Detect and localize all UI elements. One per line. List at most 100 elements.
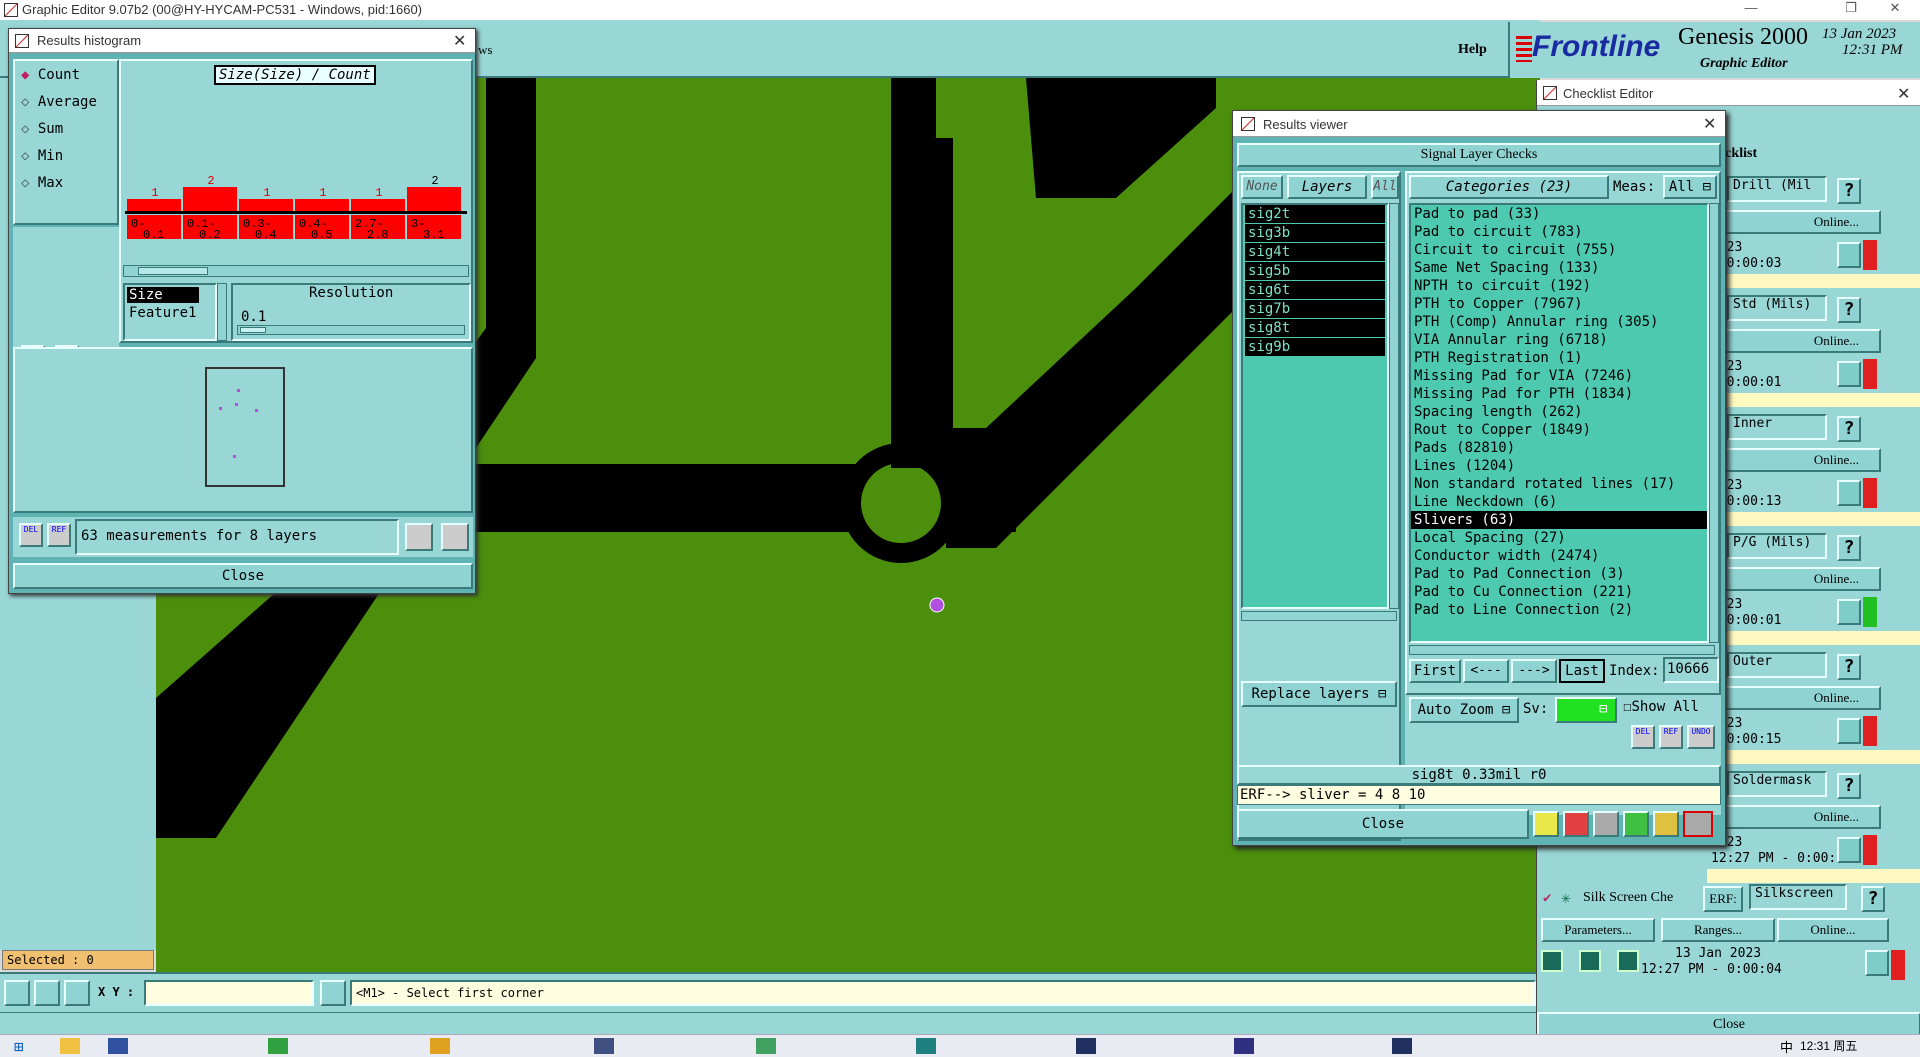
category-item[interactable]: PTH to Copper (7967) bbox=[1411, 295, 1707, 313]
category-item[interactable]: Missing Pad for PTH (1834) bbox=[1411, 385, 1707, 403]
online-button[interactable]: Online... bbox=[1711, 448, 1881, 472]
histogram-bar[interactable] bbox=[239, 199, 293, 211]
online-button[interactable]: Online... bbox=[1711, 567, 1881, 591]
layer-item[interactable]: sig7b bbox=[1245, 300, 1385, 319]
layers-none-button[interactable]: None bbox=[1241, 175, 1283, 199]
viewer-close-icon[interactable]: ✕ bbox=[1703, 114, 1716, 134]
flag-icon[interactable] bbox=[1563, 811, 1589, 837]
board-preview[interactable] bbox=[205, 367, 285, 487]
app-icon[interactable] bbox=[430, 1038, 450, 1054]
category-item[interactable]: NPTH to circuit (192) bbox=[1411, 277, 1707, 295]
category-item[interactable]: Circuit to circuit (755) bbox=[1411, 241, 1707, 259]
check-icon[interactable]: ✔ bbox=[1543, 890, 1551, 906]
zoom-icon[interactable] bbox=[1837, 480, 1861, 506]
online-button[interactable]: Online... bbox=[1777, 918, 1889, 942]
zoom-icon[interactable] bbox=[1865, 950, 1889, 976]
severity-dropdown[interactable]: ⊟ bbox=[1555, 697, 1617, 723]
windows-start-icon[interactable]: ⊞ bbox=[14, 1037, 24, 1056]
pan-tool-icon[interactable] bbox=[34, 980, 60, 1006]
minimize-icon[interactable]: — bbox=[1736, 0, 1766, 15]
erf-value[interactable]: Std (Mils) bbox=[1727, 295, 1827, 321]
filter-icon[interactable] bbox=[1593, 811, 1619, 837]
layers-button[interactable]: Layers bbox=[1287, 175, 1367, 199]
category-item[interactable]: Pads (82810) bbox=[1411, 439, 1707, 457]
stop-icon[interactable] bbox=[1617, 950, 1639, 972]
mode-min[interactable]: ◇ Min bbox=[21, 148, 63, 164]
mode-average[interactable]: ◇ Average bbox=[21, 94, 97, 110]
prev-button[interactable]: <--- bbox=[1463, 659, 1509, 683]
layer-item[interactable]: sig2t bbox=[1245, 205, 1385, 224]
layer-hscroll[interactable] bbox=[1241, 611, 1397, 621]
erf-value[interactable]: Outer bbox=[1727, 652, 1827, 678]
layer-item[interactable]: sig9b bbox=[1245, 338, 1385, 357]
app-icon[interactable] bbox=[1392, 1038, 1412, 1054]
category-vscroll[interactable] bbox=[1709, 203, 1719, 643]
auto-zoom-menu[interactable]: Auto Zoom ⊟ bbox=[1409, 697, 1519, 723]
mode-sum[interactable]: ◇ Sum bbox=[21, 121, 63, 137]
help-icon[interactable]: ? bbox=[1837, 178, 1861, 204]
mode-max[interactable]: ◇ Max bbox=[21, 175, 63, 191]
zoom-icon[interactable] bbox=[1837, 242, 1861, 268]
app-icon[interactable] bbox=[756, 1038, 776, 1054]
sliver-marker[interactable] bbox=[929, 597, 945, 613]
silk-screen-name[interactable]: Silk Screen Che bbox=[1583, 890, 1673, 906]
help-icon[interactable]: ? bbox=[1837, 535, 1861, 561]
app-icon[interactable] bbox=[268, 1038, 288, 1054]
category-hscroll[interactable] bbox=[1409, 645, 1715, 655]
category-item[interactable]: VIA Annular ring (6718) bbox=[1411, 331, 1707, 349]
categories-header[interactable]: Categories (23) bbox=[1409, 175, 1609, 199]
index-value[interactable]: 10666 bbox=[1663, 657, 1719, 683]
undo-icon[interactable]: UNDO bbox=[1687, 725, 1715, 749]
run-icon[interactable] bbox=[1541, 950, 1563, 972]
category-item[interactable]: Missing Pad for VIA (7246) bbox=[1411, 367, 1707, 385]
export-icon[interactable] bbox=[405, 523, 433, 551]
field-list[interactable]: Size Feature1 bbox=[123, 283, 217, 341]
show-all-checkbox[interactable]: ☐Show All bbox=[1623, 699, 1699, 715]
histogram-bar[interactable] bbox=[295, 199, 349, 211]
category-item[interactable]: Pad to pad (33) bbox=[1411, 205, 1707, 223]
zoom-icon[interactable] bbox=[1837, 361, 1861, 387]
export-icon[interactable] bbox=[1623, 811, 1649, 837]
import-icon[interactable] bbox=[441, 523, 469, 551]
folder-icon[interactable] bbox=[60, 1038, 80, 1054]
zoom-icon[interactable] bbox=[1837, 599, 1861, 625]
erf-value[interactable]: Silkscreen bbox=[1749, 884, 1847, 910]
category-item[interactable]: Non standard rotated lines (17) bbox=[1411, 475, 1707, 493]
meas-dropdown[interactable]: All ⊟ bbox=[1663, 175, 1717, 199]
first-button[interactable]: First bbox=[1409, 659, 1461, 683]
last-button[interactable]: Last bbox=[1559, 659, 1605, 683]
erf-value[interactable]: Inner bbox=[1727, 414, 1827, 440]
run-all-icon[interactable] bbox=[1579, 950, 1601, 972]
field-size[interactable]: Size bbox=[127, 287, 199, 303]
category-item[interactable]: Pad to Line Connection (2) bbox=[1411, 601, 1707, 619]
histogram-hscroll[interactable] bbox=[123, 265, 469, 277]
category-item[interactable]: Pad to circuit (783) bbox=[1411, 223, 1707, 241]
histogram-bar[interactable] bbox=[351, 199, 405, 211]
category-list[interactable]: Pad to pad (33) Pad to circuit (783) Circu… bbox=[1409, 203, 1709, 643]
category-item[interactable]: Conductor width (2474) bbox=[1411, 547, 1707, 565]
erf-button[interactable]: ERF: bbox=[1703, 886, 1743, 912]
layer-item[interactable]: sig4t bbox=[1245, 243, 1385, 262]
category-item[interactable]: Local Spacing (27) bbox=[1411, 529, 1707, 547]
help-icon[interactable]: ? bbox=[1837, 654, 1861, 680]
histogram-bar[interactable] bbox=[183, 187, 237, 211]
grid-tool-icon[interactable] bbox=[64, 980, 90, 1006]
help-icon[interactable]: ? bbox=[1837, 297, 1861, 323]
histogram-bar[interactable] bbox=[407, 187, 461, 211]
category-item[interactable]: Same Net Spacing (133) bbox=[1411, 259, 1707, 277]
slider-thumb[interactable] bbox=[240, 327, 266, 333]
ref-icon[interactable]: REF bbox=[1659, 725, 1683, 749]
viewer-close-button[interactable]: Close bbox=[1237, 809, 1529, 839]
restore-icon[interactable]: ❐ bbox=[1836, 0, 1866, 16]
graph-icon[interactable] bbox=[1533, 811, 1559, 837]
menu-item-windows[interactable]: ws bbox=[478, 42, 492, 58]
histogram-close-icon[interactable]: ✕ bbox=[453, 31, 466, 51]
field-feature1[interactable]: Feature1 bbox=[127, 305, 196, 321]
category-item[interactable]: PTH Registration (1) bbox=[1411, 349, 1707, 367]
xy-input[interactable] bbox=[144, 980, 314, 1006]
category-item[interactable]: Lines (1204) bbox=[1411, 457, 1707, 475]
ranges-button[interactable]: Ranges... bbox=[1661, 918, 1775, 942]
next-button[interactable]: ---> bbox=[1511, 659, 1557, 683]
app-icon[interactable] bbox=[1234, 1038, 1254, 1054]
online-button[interactable]: Online... bbox=[1711, 210, 1881, 234]
